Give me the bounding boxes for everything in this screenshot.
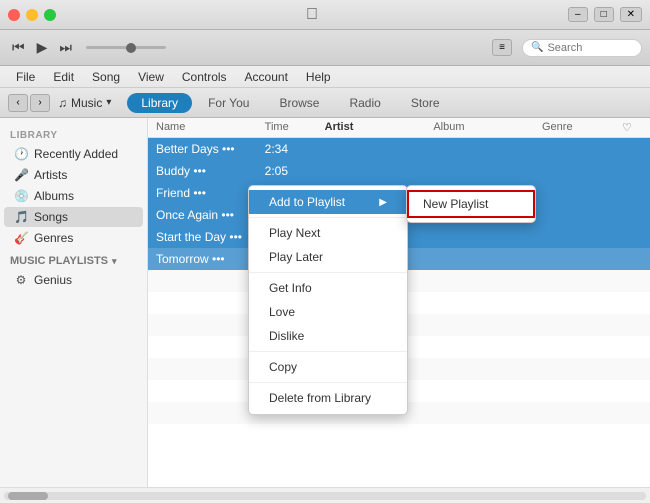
tab-browse[interactable]: Browse (265, 93, 333, 113)
sidebar-item-label: Genres (34, 231, 73, 245)
tab-radio[interactable]: Radio (335, 93, 394, 113)
context-item-copy[interactable]: Copy (249, 355, 407, 379)
tab-bar: Library For You Browse Radio Store (119, 89, 642, 117)
context-divider (249, 217, 407, 218)
menu-view[interactable]: View (130, 68, 172, 86)
close-button[interactable] (8, 9, 20, 21)
play-button[interactable]: ▶ (33, 37, 52, 58)
tab-store[interactable]: Store (397, 93, 454, 113)
menu-song[interactable]: Song (84, 68, 128, 86)
music-selector[interactable]: ♫ Music ▾ (58, 96, 111, 110)
music-playlists-section[interactable]: Music Playlists ▾ (0, 249, 147, 269)
list-view-button[interactable]: ≡ (492, 39, 512, 56)
progress-bar[interactable] (86, 46, 166, 49)
apple-logo:  (56, 6, 568, 24)
sidebar: Library 🕐 Recently Added 🎤 Artists 💿 Alb… (0, 118, 148, 487)
sidebar-item-label: Songs (34, 210, 68, 224)
close-corner-btn[interactable]: ✕ (620, 7, 642, 22)
nav-arrows: ‹ › (8, 94, 50, 112)
table-row[interactable]: Buddy ••• 2:05 (148, 160, 650, 182)
genius-icon: ⚙ (14, 273, 28, 287)
search-icon: 🔍 (531, 42, 543, 53)
sidebar-item-genres[interactable]: 🎸 Genres (4, 228, 143, 248)
maximize-button[interactable] (44, 9, 56, 21)
context-item-add-to-playlist[interactable]: Add to Playlist ▶ (249, 190, 407, 214)
context-item-play-next[interactable]: Play Next (249, 221, 407, 245)
search-box: 🔍 (522, 39, 642, 57)
search-input[interactable] (547, 42, 637, 54)
scroll-thumb (8, 492, 48, 500)
sidebar-item-songs[interactable]: 🎵 Songs (4, 207, 143, 227)
context-item-love[interactable]: Love (249, 300, 407, 324)
col-genre[interactable]: Genre (542, 121, 622, 134)
sidebar-item-genius[interactable]: ⚙ Genius (4, 270, 143, 290)
cell-time: 2:34 (265, 142, 325, 156)
menu-controls[interactable]: Controls (174, 68, 235, 86)
menu-account[interactable]: Account (237, 68, 296, 86)
music-note-icon: ♫ (58, 96, 67, 110)
context-menu: Add to Playlist ▶ Play Next Play Later G… (248, 185, 408, 415)
submenu-item-new-playlist[interactable]: New Playlist (407, 190, 535, 218)
artists-icon: 🎤 (14, 168, 28, 182)
transport-controls: ⏮ ▶ ⏭ (8, 37, 76, 58)
maximize-corner-btn[interactable]: □ (594, 7, 614, 22)
tab-library[interactable]: Library (127, 93, 192, 113)
menu-edit[interactable]: Edit (45, 68, 82, 86)
progress-bar-container (86, 46, 166, 49)
cell-time: 2:05 (265, 164, 325, 178)
nav-bar: ‹ › ♫ Music ▾ Library For You Browse Rad… (0, 88, 650, 118)
context-item-get-info[interactable]: Get Info (249, 276, 407, 300)
window-controls (8, 9, 56, 21)
table-header: Name Time Artist Album Genre ♡ (148, 118, 650, 138)
sidebar-item-label: Artists (34, 168, 67, 182)
submenu: New Playlist (406, 185, 536, 223)
tab-for-you[interactable]: For You (194, 93, 263, 113)
sidebar-item-label: Recently Added (34, 147, 118, 161)
minimize-button[interactable] (26, 9, 38, 21)
sidebar-item-label: Music Playlists (10, 255, 108, 267)
horizontal-scrollbar[interactable] (4, 492, 646, 500)
col-heart[interactable]: ♡ (622, 121, 642, 134)
rewind-button[interactable]: ⏮ (8, 37, 29, 58)
library-section-label: Library (0, 126, 147, 143)
genres-icon: 🎸 (14, 231, 28, 245)
window-chrome:  – □ ✕ (0, 0, 650, 30)
chevron-down-icon: ▾ (106, 97, 111, 108)
sidebar-item-albums[interactable]: 💿 Albums (4, 186, 143, 206)
recently-added-icon: 🕐 (14, 147, 28, 161)
menu-help[interactable]: Help (298, 68, 339, 86)
cell-name: Better Days ••• (156, 142, 265, 156)
progress-thumb (126, 43, 136, 53)
menu-file[interactable]: File (8, 68, 43, 86)
context-divider (249, 272, 407, 273)
sidebar-item-label: Albums (34, 189, 74, 203)
cell-name: Buddy ••• (156, 164, 265, 178)
window-right: – □ ✕ (568, 7, 642, 22)
bottom-bar (0, 487, 650, 503)
context-divider (249, 351, 407, 352)
col-album[interactable]: Album (433, 121, 542, 134)
submenu-arrow-icon: ▶ (379, 197, 387, 208)
albums-icon: 💿 (14, 189, 28, 203)
forward-button[interactable]: ⏭ (55, 37, 76, 58)
sidebar-item-artists[interactable]: 🎤 Artists (4, 165, 143, 185)
sidebar-item-recently-added[interactable]: 🕐 Recently Added (4, 144, 143, 164)
menu-bar: File Edit Song View Controls Account Hel… (0, 66, 650, 88)
music-selector-label: Music (71, 96, 102, 110)
sidebar-item-label: Genius (34, 273, 72, 287)
expand-arrow-icon: ▾ (112, 256, 117, 267)
context-item-delete[interactable]: Delete from Library (249, 386, 407, 410)
context-item-dislike[interactable]: Dislike (249, 324, 407, 348)
minimize-corner-btn[interactable]: – (568, 7, 588, 22)
songs-icon: 🎵 (14, 210, 28, 224)
back-button[interactable]: ‹ (8, 94, 28, 112)
forward-nav-button[interactable]: › (30, 94, 50, 112)
context-item-play-later[interactable]: Play Later (249, 245, 407, 269)
transport-bar: ⏮ ▶ ⏭ ≡ 🔍 (0, 30, 650, 66)
context-divider (249, 382, 407, 383)
table-row[interactable]: Better Days ••• 2:34 (148, 138, 650, 160)
col-name[interactable]: Name (156, 121, 265, 134)
col-artist[interactable]: Artist (325, 121, 434, 134)
col-time[interactable]: Time (265, 121, 325, 134)
